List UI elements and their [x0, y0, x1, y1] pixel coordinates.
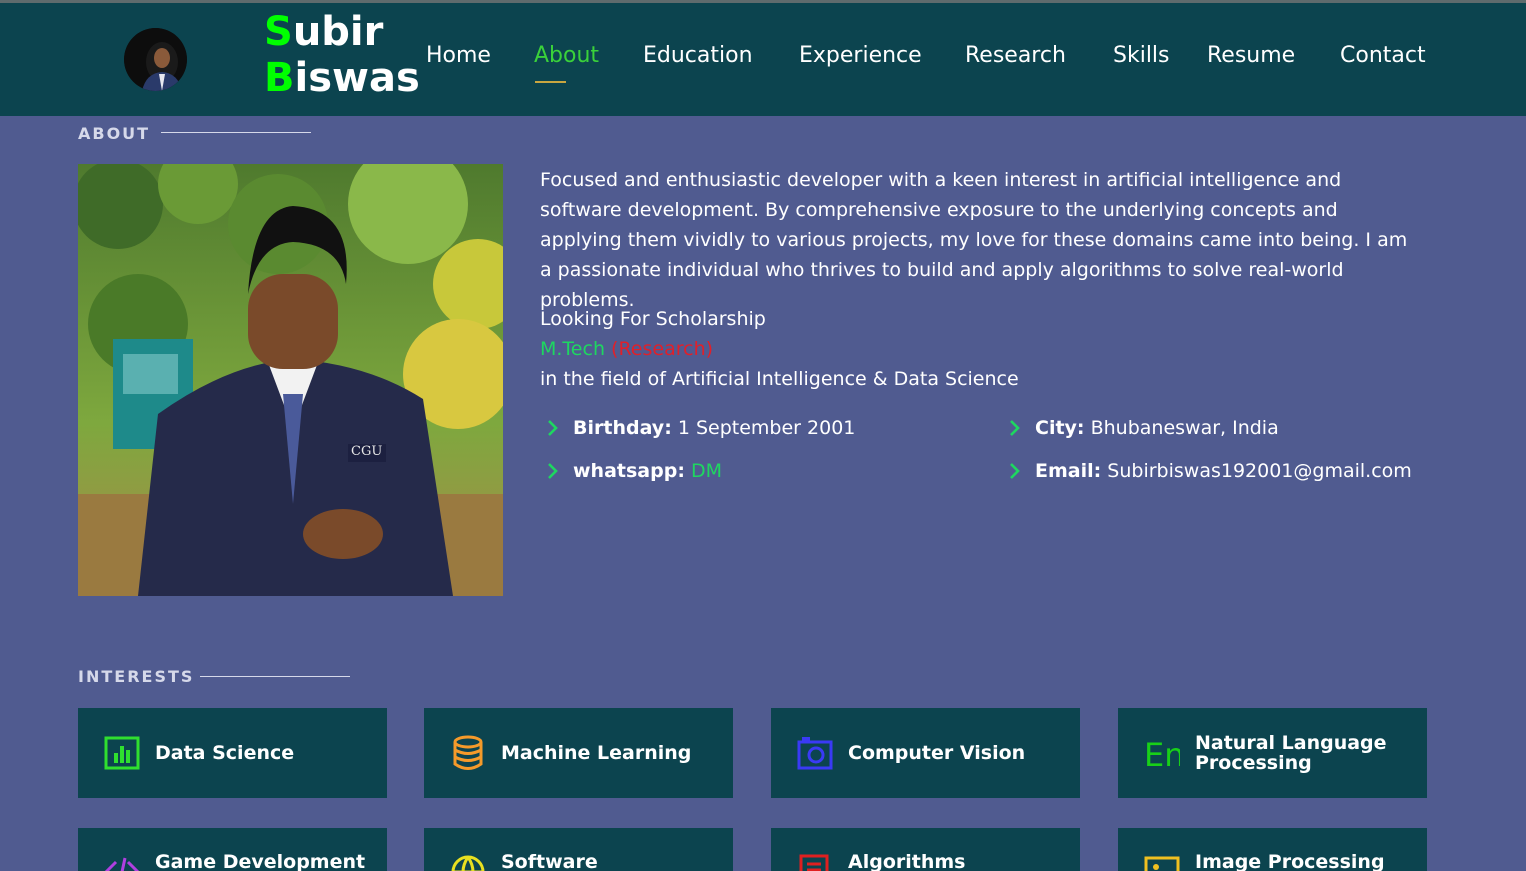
nav-home[interactable]: Home — [426, 43, 491, 68]
interest-card-algorithms[interactable]: Algorithms — [771, 828, 1080, 871]
about-bio: Focused and enthusiastic developer with … — [540, 169, 1408, 311]
scholarship-line: Looking For Scholarship — [540, 308, 766, 330]
logo-second-initial: B — [264, 55, 295, 101]
camera-icon — [797, 737, 833, 770]
email-row: Email: Subirbiswas192001@gmail.com — [1035, 457, 1412, 485]
nav-education[interactable]: Education — [643, 43, 753, 68]
document-icon — [799, 854, 829, 871]
logo-second-rest: iswas — [294, 55, 420, 101]
chevron-right-icon — [548, 420, 558, 436]
city-row: City: Bhubaneswar, India — [1035, 414, 1279, 442]
city-label: City: — [1035, 417, 1085, 439]
interest-card-machine-learning[interactable]: Machine Learning — [424, 708, 733, 798]
degree-type: (Research) — [611, 338, 714, 360]
image-icon — [1144, 856, 1180, 871]
site-header: Subir Biswas Home About Education Experi… — [0, 3, 1526, 116]
logo-first-rest: ubir — [292, 9, 384, 55]
interest-label: Software — [501, 851, 598, 871]
about-section-title: ABOUT — [78, 124, 151, 143]
degree-name: M.Tech — [540, 338, 605, 360]
about-title-line — [161, 132, 311, 133]
interest-label: Game Development — [155, 851, 366, 871]
interest-card-image-processing[interactable]: Image Processing — [1118, 828, 1427, 871]
database-icon — [453, 735, 483, 770]
field-line: in the field of Artificial Intelligence … — [540, 368, 1019, 390]
interest-label: Data Science — [155, 742, 295, 764]
nav-experience[interactable]: Experience — [799, 43, 922, 68]
email-label: Email: — [1035, 460, 1102, 482]
whatsapp-link[interactable]: DM — [691, 460, 722, 482]
whatsapp-label: whatsapp: — [573, 460, 685, 482]
interest-card-game-development[interactable]: Game Development — [78, 828, 387, 871]
degree-line: M.Tech (Research) — [540, 334, 713, 364]
avatar-portrait-icon — [124, 28, 187, 91]
interest-label: Computer Vision — [848, 742, 1026, 764]
interest-card-computer-vision[interactable]: Computer Vision — [771, 708, 1080, 798]
whatsapp-row: whatsapp: DM — [573, 457, 722, 485]
chevron-right-icon — [548, 463, 558, 479]
city-value: Bhubaneswar, India — [1090, 417, 1279, 439]
nav-about[interactable]: About — [534, 43, 599, 68]
interests-title-line — [200, 676, 350, 677]
code-icon — [104, 857, 140, 871]
interest-card-data-science[interactable]: Data Science — [78, 708, 387, 798]
interest-card-software[interactable]: Software — [424, 828, 733, 871]
nav-resume[interactable]: Resume — [1207, 43, 1295, 68]
nav-contact[interactable]: Contact — [1340, 43, 1426, 68]
interest-label: Image Processing — [1195, 851, 1385, 871]
avatar[interactable] — [124, 28, 187, 91]
nav-research[interactable]: Research — [965, 43, 1066, 68]
birthday-label: Birthday: — [573, 417, 672, 439]
interest-label: Natural Language Processing — [1195, 732, 1387, 774]
interest-card-nlp[interactable]: En Natural Language Processing — [1118, 708, 1427, 798]
chevron-right-icon — [1010, 420, 1020, 436]
svg-text:En: En — [1144, 736, 1180, 771]
nav-skills[interactable]: Skills — [1113, 43, 1170, 68]
profile-photo: CGU — [78, 164, 503, 596]
logo-first-initial: S — [264, 9, 293, 55]
active-nav-underline — [535, 81, 566, 83]
email-value[interactable]: Subirbiswas192001@gmail.com — [1107, 460, 1412, 482]
site-logo[interactable]: Subir Biswas — [264, 9, 420, 101]
interest-label: Machine Learning — [501, 742, 692, 764]
interest-label: Algorithms — [848, 851, 966, 871]
photo-badge-text: CGU — [351, 444, 383, 459]
interests-section-title: INTERESTS — [78, 667, 195, 686]
globe-icon — [451, 855, 485, 871]
profile-photo-image — [78, 164, 503, 596]
language-en-icon: En — [1144, 736, 1180, 771]
birthday-row: Birthday: 1 September 2001 — [573, 414, 855, 442]
chevron-right-icon — [1010, 463, 1020, 479]
bar-chart-icon — [104, 736, 140, 770]
birthday-value: 1 September 2001 — [677, 417, 856, 439]
